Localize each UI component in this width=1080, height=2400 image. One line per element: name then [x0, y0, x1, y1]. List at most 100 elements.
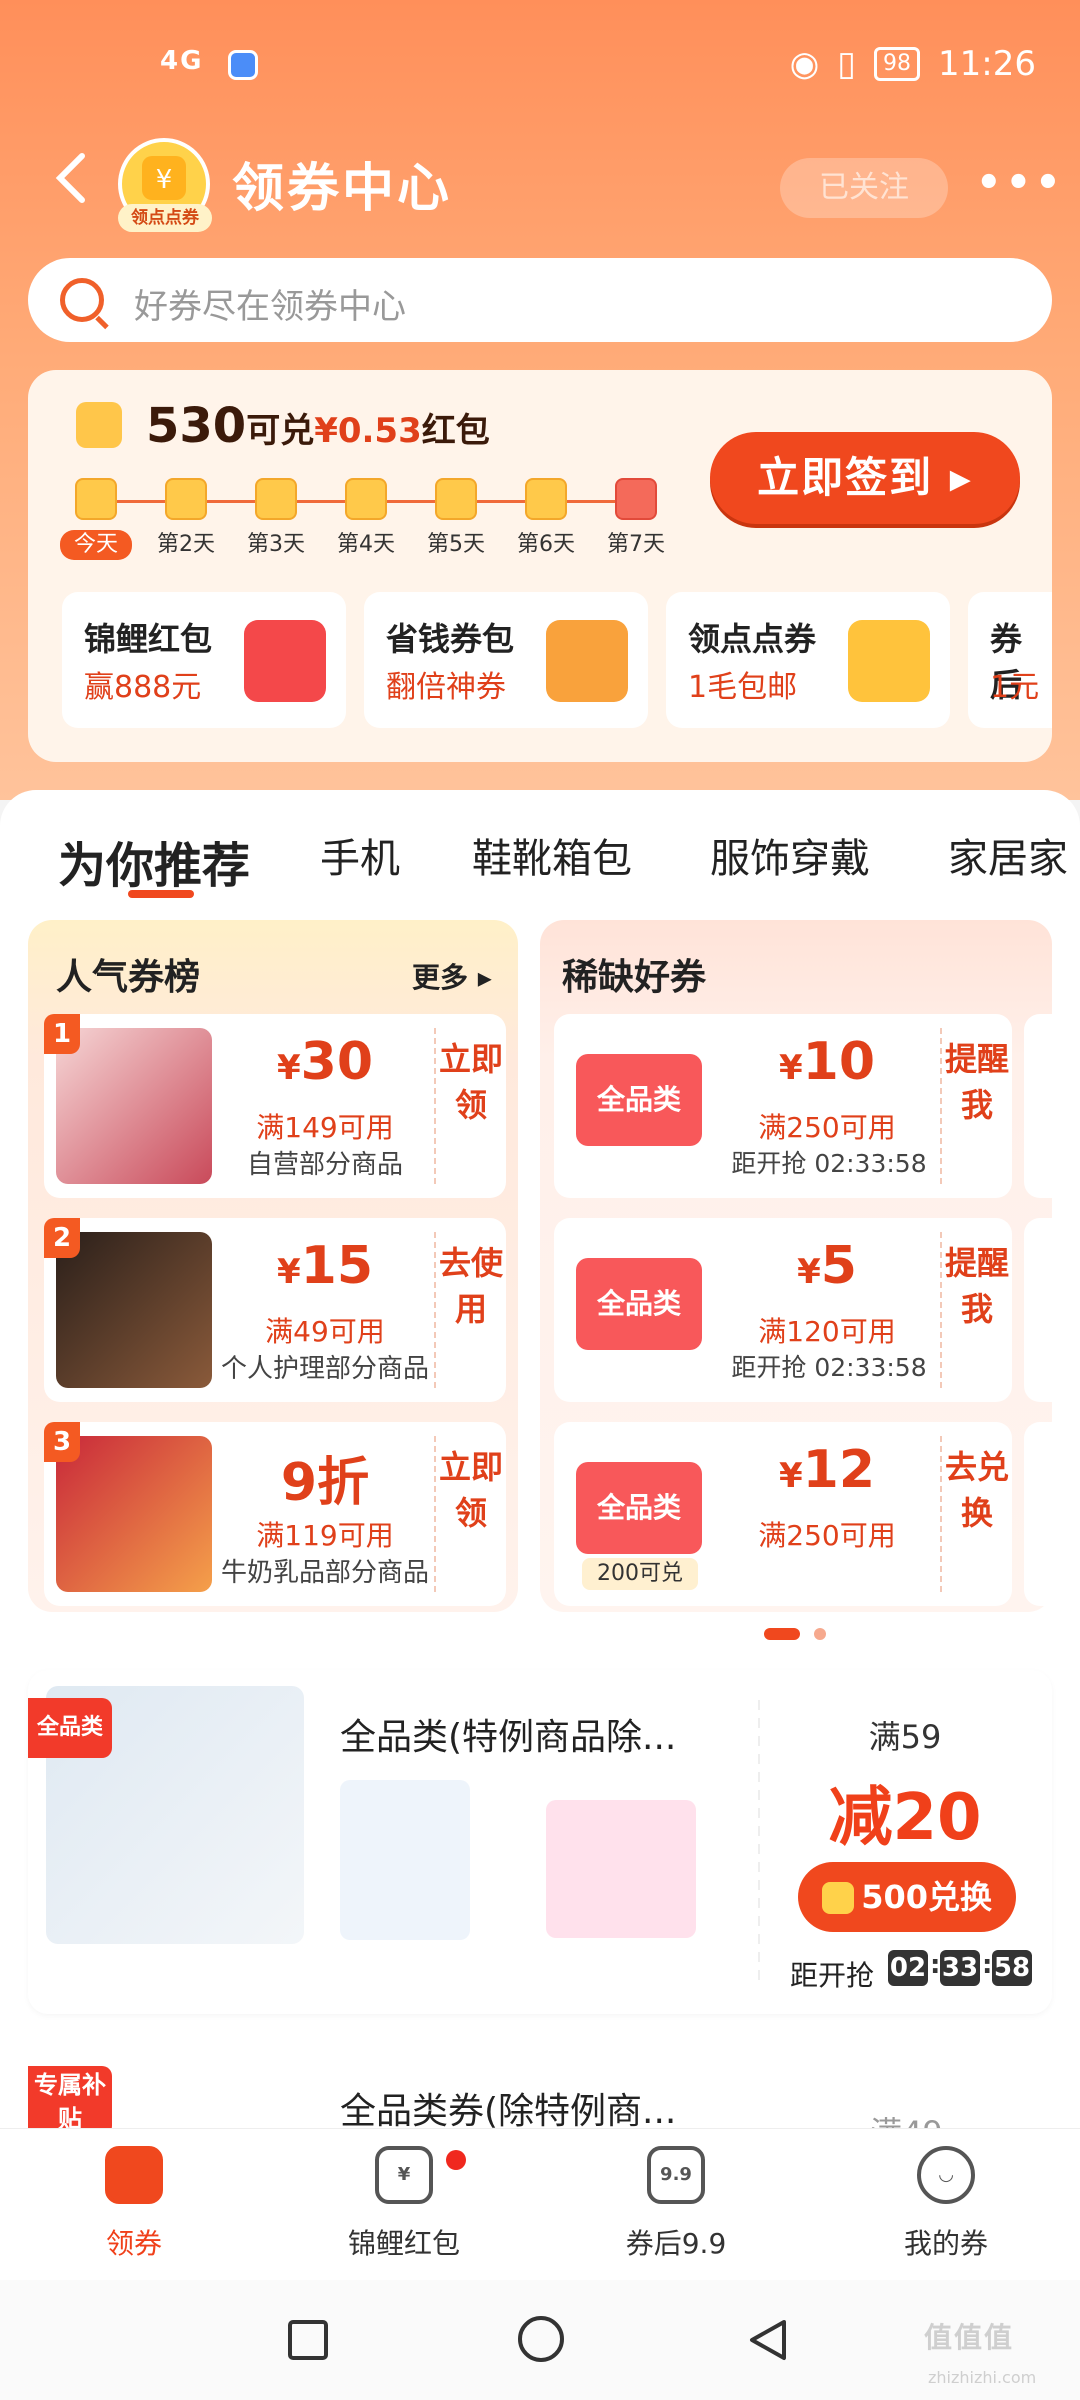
coupon-condition: 满250可用: [758, 1519, 896, 1552]
use-button[interactable]: 去使用: [434, 1232, 506, 1388]
search-placeholder[interactable]: 好券尽在领券中心: [134, 279, 406, 328]
amount-value: 15: [300, 1236, 374, 1296]
signin-day-4: 第4天: [326, 478, 406, 560]
amount-value: 5: [820, 1236, 857, 1296]
signin-day-2: 第2天: [146, 478, 226, 560]
coupon-condition: 满149可用: [256, 1111, 394, 1144]
tab-shoes-bags[interactable]: 鞋靴箱包: [472, 826, 632, 884]
coupon-amount: ¥10: [722, 1032, 932, 1092]
claim-button[interactable]: 立即领: [434, 1028, 506, 1184]
coupon-amount: 9折: [220, 1440, 430, 1515]
day-label: 第6天: [517, 532, 575, 557]
search-icon: [60, 278, 104, 322]
signal-indicator: 4G: [160, 46, 204, 76]
vibrate-icon: ▯: [837, 44, 857, 84]
active-tab-indicator: [128, 890, 194, 898]
category-ticket: 全品类: [576, 1258, 702, 1350]
mini-card-points-coupon[interactable]: 领点点券 1毛包邮: [666, 592, 950, 728]
countdown-colon: :: [930, 1950, 941, 1980]
product-thumbnail: [56, 1232, 212, 1388]
tab-home[interactable]: 家居家: [948, 826, 1080, 884]
logo-tag: 领点点券: [118, 204, 212, 232]
day-label: 第3天: [247, 532, 305, 557]
mini-card-sub: 1毛包邮: [688, 670, 798, 705]
rank-item[interactable]: 3 9折 满119可用 牛奶乳品部分商品 立即领: [44, 1422, 506, 1606]
coupon-coin-icon: [848, 620, 930, 702]
nav-label: 券后9.9: [625, 2227, 727, 2260]
signin-day-7: 第7天: [596, 478, 676, 560]
rank-more-link[interactable]: 更多 ▸: [412, 956, 492, 996]
nav-after-coupon-9-9[interactable]: 9.9 券后9.9: [576, 2146, 776, 2262]
app-notification-icon: [228, 50, 258, 80]
day-label: 第4天: [337, 532, 395, 557]
remind-button[interactable]: 提醒我: [940, 1232, 1012, 1388]
back-icon[interactable]: [746, 2318, 790, 2362]
divider: [758, 1700, 760, 1980]
coupon-threshold: 满59: [868, 1718, 942, 1756]
remind-button[interactable]: 提醒我: [940, 1028, 1012, 1184]
mini-card-saving-pack[interactable]: 省钱券包 翻倍神券: [364, 592, 648, 728]
countdown-label: 距开抢: [790, 1959, 875, 1992]
wallet-icon: [546, 620, 628, 702]
eye-icon: ◉: [789, 44, 820, 84]
scarce-item[interactable]: 全品类 ¥10 满250可用 距开抢 02:33:58 提醒我: [554, 1014, 1012, 1198]
day-coin-icon: [75, 478, 117, 520]
more-options-icon[interactable]: •••: [976, 163, 1065, 203]
recent-apps-icon[interactable]: [286, 2318, 330, 2362]
currency: ¥: [276, 1252, 301, 1292]
rank-more-label: 更多: [412, 961, 469, 994]
nav-label: 领券: [105, 2227, 162, 2260]
scarce-item[interactable]: 全品类 ¥5 满120可用 距开抢 02:33:58 提醒我: [554, 1218, 1012, 1402]
countdown-colon: :: [982, 1950, 993, 1980]
back-arrow-icon[interactable]: [52, 150, 92, 206]
nav-label: 锦鲤红包: [347, 2227, 460, 2260]
nav-coupons[interactable]: 领券: [34, 2146, 234, 2262]
coupon-countdown: 距开抢 02:33:58: [731, 1149, 927, 1178]
category-ticket: 全品类: [576, 1462, 702, 1554]
day-label: 第5天: [427, 532, 485, 557]
coupon-ticket-icon: [105, 2146, 163, 2204]
rank-title: 人气券榜: [56, 957, 201, 998]
mini-card-after-coupon[interactable]: 券后 1元: [968, 592, 1052, 728]
nav-koi-redpack[interactable]: ¥ 锦鲤红包: [304, 2146, 504, 2262]
mini-card-title: 领点点券: [688, 620, 817, 658]
clock: 11:26: [938, 44, 1036, 84]
day-label: 今天: [60, 530, 132, 560]
day-label: 第2天: [157, 532, 215, 557]
tab-recommended[interactable]: 为你推荐: [58, 826, 250, 896]
nav-my-coupons[interactable]: ◡ 我的券: [846, 2146, 1046, 2262]
coupon-amount: ¥12: [722, 1440, 932, 1500]
coin-icon: [76, 402, 122, 448]
redeem-button[interactable]: 去兑换: [940, 1436, 1012, 1592]
rank-item[interactable]: 1 ¥30 满149可用 自营部分商品 立即领: [44, 1014, 506, 1198]
home-icon[interactable]: [516, 2314, 566, 2364]
countdown-seconds: 58: [992, 1950, 1032, 1986]
app-root: 4G ◉ ▯ 98 11:26 ¥ 领点点券 领券中心 已关注 ••• 好券尽在…: [0, 0, 1080, 2400]
amount-value: 30: [300, 1032, 374, 1092]
tab-apparel[interactable]: 服饰穿戴: [710, 826, 870, 884]
rank-item[interactable]: 2 ¥15 满49可用 个人护理部分商品 去使用: [44, 1218, 506, 1402]
tab-phones[interactable]: 手机: [320, 826, 400, 884]
product-image-shampoo: [340, 1780, 470, 1940]
category-ticket: 全品类: [576, 1054, 702, 1146]
day-coin-icon: [525, 478, 567, 520]
day-coin-icon: [435, 478, 477, 520]
pager-dot-active: [764, 1628, 800, 1640]
status-right: ◉ ▯ 98 11:26: [790, 44, 1036, 84]
mini-card-koi-redpack[interactable]: 锦鲤红包 赢888元: [62, 592, 346, 728]
claim-button[interactable]: 立即领: [434, 1436, 506, 1592]
mini-card-title: 省钱券包: [386, 620, 515, 658]
coupon-countdown: 距开抢 02:33:58: [731, 1353, 927, 1382]
follow-button[interactable]: 已关注: [780, 158, 948, 218]
next-card-peek: [1024, 1422, 1052, 1606]
category-tag: 专属补贴: [28, 2066, 112, 2136]
signin-button[interactable]: 立即签到 ▸: [710, 432, 1020, 524]
day-coin-icon: [255, 478, 297, 520]
coupon-scope: 自营部分商品: [246, 1150, 403, 1180]
points-summary: 530可兑¥0.53红包: [146, 398, 490, 454]
day-label: 第7天: [607, 532, 665, 557]
scarce-item[interactable]: 全品类 200可兑 ¥12 满250可用 去兑换: [554, 1422, 1012, 1606]
smiley-icon: ◡: [917, 2146, 975, 2204]
coupon-amount: ¥30: [220, 1032, 430, 1092]
mini-card-title: 锦鲤红包: [84, 620, 213, 658]
